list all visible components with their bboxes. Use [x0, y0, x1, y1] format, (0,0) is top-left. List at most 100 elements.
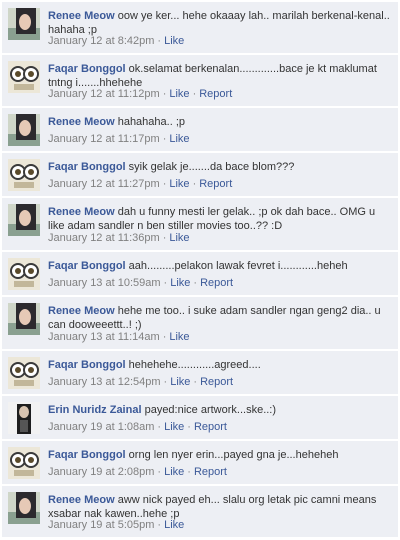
like-link[interactable]: Like	[164, 466, 184, 478]
comment-timestamp: January 13 at 12:54pm	[48, 376, 161, 388]
renee-photo-icon[interactable]	[8, 204, 40, 236]
like-link[interactable]: Like	[169, 133, 189, 145]
like-link[interactable]: Like	[169, 178, 189, 190]
comment-body: Faqar Bonggol aah.........pelakon lawak …	[48, 259, 392, 273]
separator: ·	[157, 35, 162, 47]
separator: ·	[162, 88, 167, 100]
separator: ·	[162, 133, 167, 145]
comment-author-link[interactable]: Renee Meow	[48, 305, 115, 317]
comment-author-link[interactable]: Faqar Bonggol	[48, 359, 126, 371]
separator: ·	[163, 376, 168, 388]
comment-author-link[interactable]: Erin Nuridz Zainal	[48, 404, 142, 416]
comment-author-link[interactable]: Faqar Bonggol	[48, 260, 126, 272]
separator: ·	[157, 519, 162, 531]
comment-body: Renee Meow hahahaha.. ;p	[48, 115, 392, 129]
comment-author-link[interactable]: Faqar Bonggol	[48, 63, 126, 75]
separator: ·	[162, 178, 167, 190]
comment-text: payed:nice artwork...ske..:)	[144, 404, 277, 416]
faqar-eyes-icon[interactable]	[8, 447, 40, 479]
faqar-eyes-icon[interactable]	[8, 258, 40, 290]
comment-timestamp: January 12 at 11:12pm	[48, 88, 160, 100]
comment-meta: January 12 at 8:42pm · Like	[48, 35, 184, 48]
like-link[interactable]: Like	[164, 35, 184, 47]
comment-body: Renee Meow dah u funny mesti ler gelak..…	[48, 205, 392, 233]
separator: ·	[163, 277, 168, 289]
comment-meta: January 13 at 10:59am · Like · Report	[48, 277, 233, 290]
comment-timestamp: January 19 at 2:08pm	[48, 466, 155, 478]
comment-item: Renee Meow hehe me too.. i suke adam san…	[2, 297, 398, 350]
comment-text: aah.........pelakon lawak fevret i......…	[128, 260, 348, 272]
comment-meta: January 13 at 11:14am · Like	[48, 331, 190, 344]
comment-body: Faqar Bonggol ok.selamat berkenalan.....…	[48, 62, 392, 90]
like-link[interactable]: Like	[169, 331, 189, 343]
comment-meta: January 19 at 5:05pm · Like	[48, 519, 184, 532]
comment-timestamp: January 12 at 11:17pm	[48, 133, 160, 145]
comment-meta: January 12 at 11:17pm · Like	[48, 133, 190, 146]
comment-body: Renee Meow hehe me too.. i suke adam san…	[48, 304, 392, 332]
report-link[interactable]: Report	[194, 421, 227, 433]
comment-author-link[interactable]: Renee Meow	[48, 10, 115, 22]
comment-author-link[interactable]: Faqar Bonggol	[48, 449, 126, 461]
comment-meta: January 19 at 2:08pm · Like · Report	[48, 466, 227, 479]
comment-meta: January 12 at 11:12pm · Like · Report	[48, 88, 232, 101]
separator: ·	[192, 178, 197, 190]
comment-body: Erin Nuridz Zainal payed:nice artwork...…	[48, 403, 392, 417]
comment-meta: January 12 at 11:36pm · Like	[48, 232, 190, 245]
separator: ·	[193, 376, 198, 388]
comment-item: Renee Meow hahahaha.. ;p January 12 at 1…	[2, 108, 398, 152]
comment-author-link[interactable]: Renee Meow	[48, 116, 115, 128]
comment-item: Faqar Bonggol syik gelak je.......da bac…	[2, 153, 398, 197]
comment-text: orng len nyer erin...payed gna je...hehe…	[128, 449, 339, 461]
report-link[interactable]: Report	[200, 376, 233, 388]
report-link[interactable]: Report	[194, 466, 227, 478]
comment-thread: Renee Meow oow ye ker... hehe okaaay lah…	[0, 0, 400, 540]
separator: ·	[187, 466, 191, 478]
comment-item: Renee Meow oow ye ker... hehe okaaay lah…	[2, 2, 398, 54]
faqar-eyes-icon[interactable]	[8, 159, 40, 191]
comment-body: Faqar Bonggol syik gelak je.......da bac…	[48, 160, 392, 174]
report-link[interactable]: Report	[199, 178, 232, 190]
comment-author-link[interactable]: Renee Meow	[48, 206, 115, 218]
comment-timestamp: January 13 at 11:14am	[48, 331, 160, 343]
comment-meta: January 13 at 12:54pm · Like · Report	[48, 376, 233, 389]
renee-photo-icon[interactable]	[8, 303, 40, 335]
comment-item: Faqar Bonggol hehehehe............agreed…	[2, 351, 398, 395]
renee-photo-icon[interactable]	[8, 492, 40, 524]
comment-timestamp: January 12 at 8:42pm	[48, 35, 155, 47]
comment-item: Renee Meow aww nick payed eh... slalu or…	[2, 486, 398, 538]
report-link[interactable]: Report	[199, 88, 232, 100]
report-link[interactable]: Report	[200, 277, 233, 289]
comment-body: Renee Meow aww nick payed eh... slalu or…	[48, 493, 392, 521]
comment-item: Faqar Bonggol ok.selamat berkenalan.....…	[2, 55, 398, 107]
comment-item: Renee Meow dah u funny mesti ler gelak..…	[2, 198, 398, 251]
renee-photo-icon[interactable]	[8, 8, 40, 40]
like-link[interactable]: Like	[169, 88, 189, 100]
comment-author-link[interactable]: Renee Meow	[48, 494, 115, 506]
comment-timestamp: January 19 at 5:05pm	[48, 519, 155, 531]
like-link[interactable]: Like	[169, 232, 189, 244]
comment-timestamp: January 12 at 11:27pm	[48, 178, 160, 190]
faqar-eyes-icon[interactable]	[8, 357, 40, 389]
comment-body: Renee Meow oow ye ker... hehe okaaay lah…	[48, 9, 392, 37]
comment-meta: January 19 at 1:08am · Like · Report	[48, 421, 227, 434]
comment-item: Faqar Bonggol aah.........pelakon lawak …	[2, 252, 398, 296]
comment-body: Faqar Bonggol hehehehe............agreed…	[48, 358, 392, 372]
separator: ·	[162, 331, 167, 343]
comment-body: Faqar Bonggol orng len nyer erin...payed…	[48, 448, 392, 462]
comment-author-link[interactable]: Faqar Bonggol	[48, 161, 126, 173]
comment-text: hehehehe............agreed....	[128, 359, 261, 371]
faqar-eyes-icon[interactable]	[8, 61, 40, 93]
comment-timestamp: January 12 at 11:36pm	[48, 232, 160, 244]
like-link[interactable]: Like	[164, 421, 184, 433]
like-link[interactable]: Like	[164, 519, 184, 531]
separator: ·	[157, 466, 162, 478]
like-link[interactable]: Like	[170, 376, 190, 388]
erin-photo-icon[interactable]	[8, 402, 40, 434]
separator: ·	[193, 277, 198, 289]
comment-item: Faqar Bonggol orng len nyer erin...payed…	[2, 441, 398, 485]
comment-meta: January 12 at 11:27pm · Like · Report	[48, 178, 232, 191]
comment-text: hahahaha.. ;p	[117, 116, 185, 128]
renee-photo-icon[interactable]	[8, 114, 40, 146]
like-link[interactable]: Like	[170, 277, 190, 289]
comment-timestamp: January 13 at 10:59am	[48, 277, 161, 289]
